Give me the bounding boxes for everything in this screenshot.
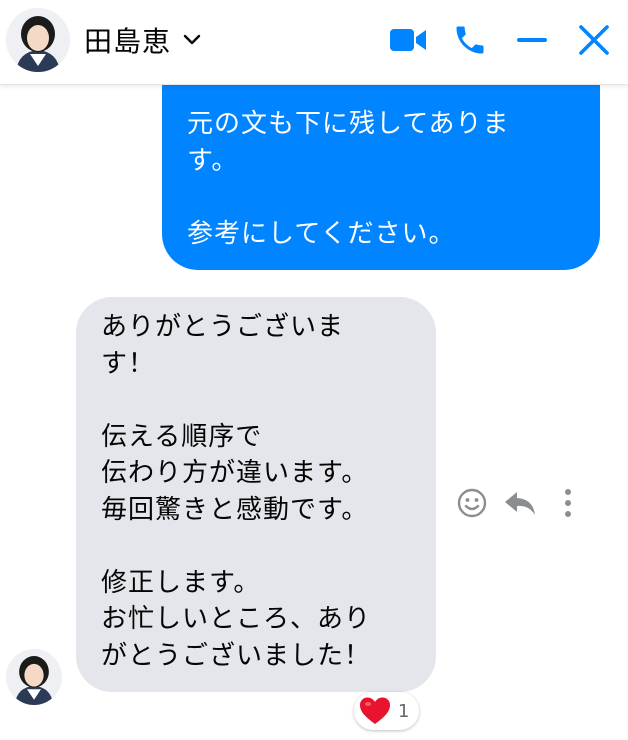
video-call-button[interactable] <box>388 20 428 60</box>
chevron-down-icon <box>183 34 201 45</box>
close-button[interactable] <box>574 20 614 60</box>
message-list: 元の文も下に残してありま す。 参考にしてください。 ありがとうございま す！ … <box>0 44 628 740</box>
incoming-message[interactable]: ありがとうございま す！ 伝える順序で 伝わり方が違います。 毎回驚きと感動です… <box>76 297 436 692</box>
voice-call-button[interactable] <box>450 20 490 60</box>
contact-name-button[interactable]: 田島恵 <box>84 20 201 60</box>
heart-icon <box>360 697 390 724</box>
phone-icon <box>456 26 484 54</box>
contact-name: 田島恵 <box>84 25 172 58</box>
reaction-badge[interactable]: 1 <box>354 692 420 730</box>
more-options-button[interactable] <box>550 485 586 521</box>
minimize-button[interactable] <box>512 20 552 60</box>
message-actions <box>454 485 598 521</box>
reply-icon <box>505 492 535 515</box>
reaction-count: 1 <box>398 700 410 722</box>
sender-avatar[interactable] <box>6 649 62 705</box>
close-icon <box>579 25 609 55</box>
more-icon <box>565 489 571 517</box>
minimize-icon <box>517 38 547 42</box>
video-call-icon <box>390 29 426 51</box>
react-button[interactable] <box>454 485 490 521</box>
emoji-icon <box>457 488 487 518</box>
reply-button[interactable] <box>502 485 538 521</box>
contact-avatar[interactable] <box>6 8 70 72</box>
chat-header: 田島恵 <box>0 0 628 85</box>
